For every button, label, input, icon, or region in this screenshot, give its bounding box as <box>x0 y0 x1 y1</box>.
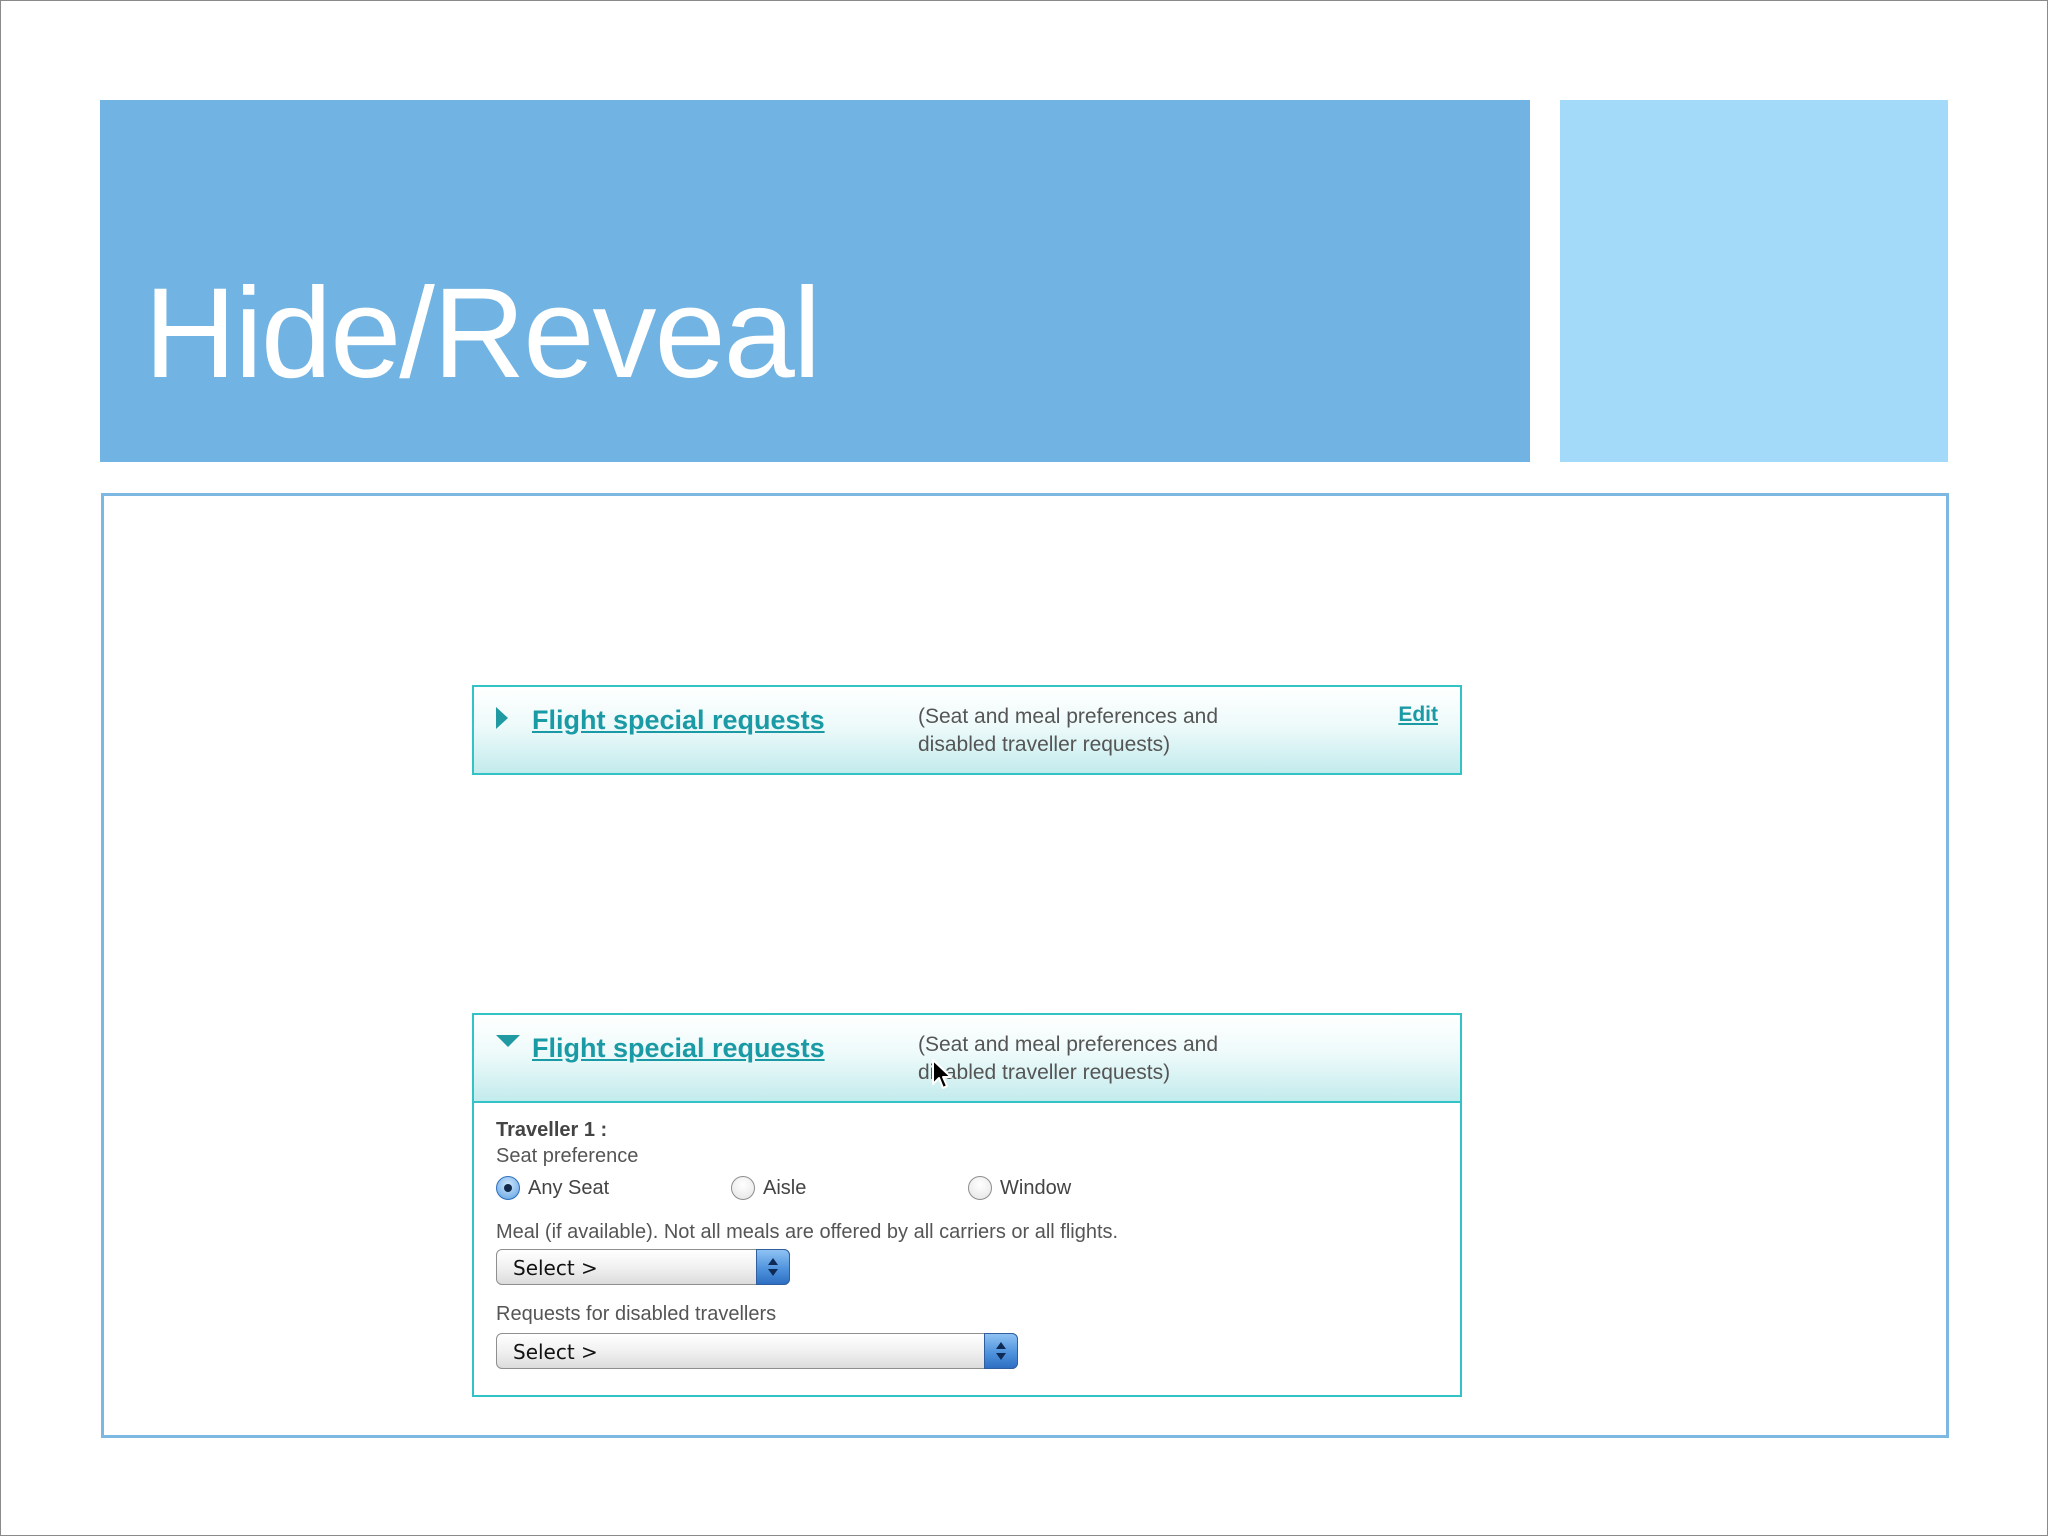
radio-label: Any Seat <box>528 1176 610 1199</box>
triangle-down-icon[interactable] <box>496 1035 520 1047</box>
radio-label: Aisle <box>763 1176 807 1199</box>
triangle-right-icon[interactable] <box>496 707 508 729</box>
meal-select-value: Select > <box>513 1256 598 1280</box>
panel-body: Traveller 1 : Seat preference Any Seat A… <box>474 1103 1460 1395</box>
panel-description: (Seat and meal preferences and disabled … <box>918 1033 1219 1084</box>
updown-arrows-icon[interactable] <box>756 1249 790 1285</box>
disabled-select-value: Select > <box>513 1340 598 1364</box>
radio-button[interactable] <box>968 1176 992 1200</box>
traveller-label: Traveller 1 : <box>496 1119 608 1141</box>
updown-arrows-icon[interactable] <box>984 1333 1018 1369</box>
radio-button-checked[interactable] <box>496 1176 520 1200</box>
disabled-requests-label: Requests for disabled travellers <box>496 1303 777 1325</box>
mouse-cursor-icon <box>932 1059 952 1089</box>
seat-preference-label: Seat preference <box>496 1145 639 1167</box>
content-area: Flight special requests (Seat and meal p… <box>101 493 1949 1438</box>
collapsed-panel-header[interactable]: Flight special requests (Seat and meal p… <box>474 687 1460 773</box>
expanded-panel: Flight special requests (Seat and meal p… <box>472 1013 1462 1397</box>
radio-any-seat[interactable]: Any Seat <box>496 1173 609 1203</box>
radio-window[interactable]: Window <box>968 1173 1071 1203</box>
disabled-requests-select[interactable]: Select > <box>496 1333 1018 1369</box>
collapsed-panel: Flight special requests (Seat and meal p… <box>472 685 1462 775</box>
meal-select[interactable]: Select > <box>496 1249 790 1285</box>
title-bar: Hide/Reveal <box>100 100 1530 462</box>
slide-title: Hide/Reveal <box>144 262 821 405</box>
panel-title-link[interactable]: Flight special requests <box>532 705 825 736</box>
panel-title-link[interactable]: Flight special requests <box>532 1033 825 1064</box>
meal-label: Meal (if available). Not all meals are o… <box>496 1221 1119 1243</box>
edit-link[interactable]: Edit <box>1398 703 1438 727</box>
expanded-panel-header[interactable]: Flight special requests (Seat and meal p… <box>474 1015 1460 1103</box>
radio-button[interactable] <box>731 1176 755 1200</box>
panel-description: (Seat and meal preferences and disabled … <box>918 705 1219 756</box>
accent-block <box>1560 100 1948 462</box>
radio-label: Window <box>1000 1176 1072 1199</box>
radio-aisle[interactable]: Aisle <box>731 1173 806 1203</box>
